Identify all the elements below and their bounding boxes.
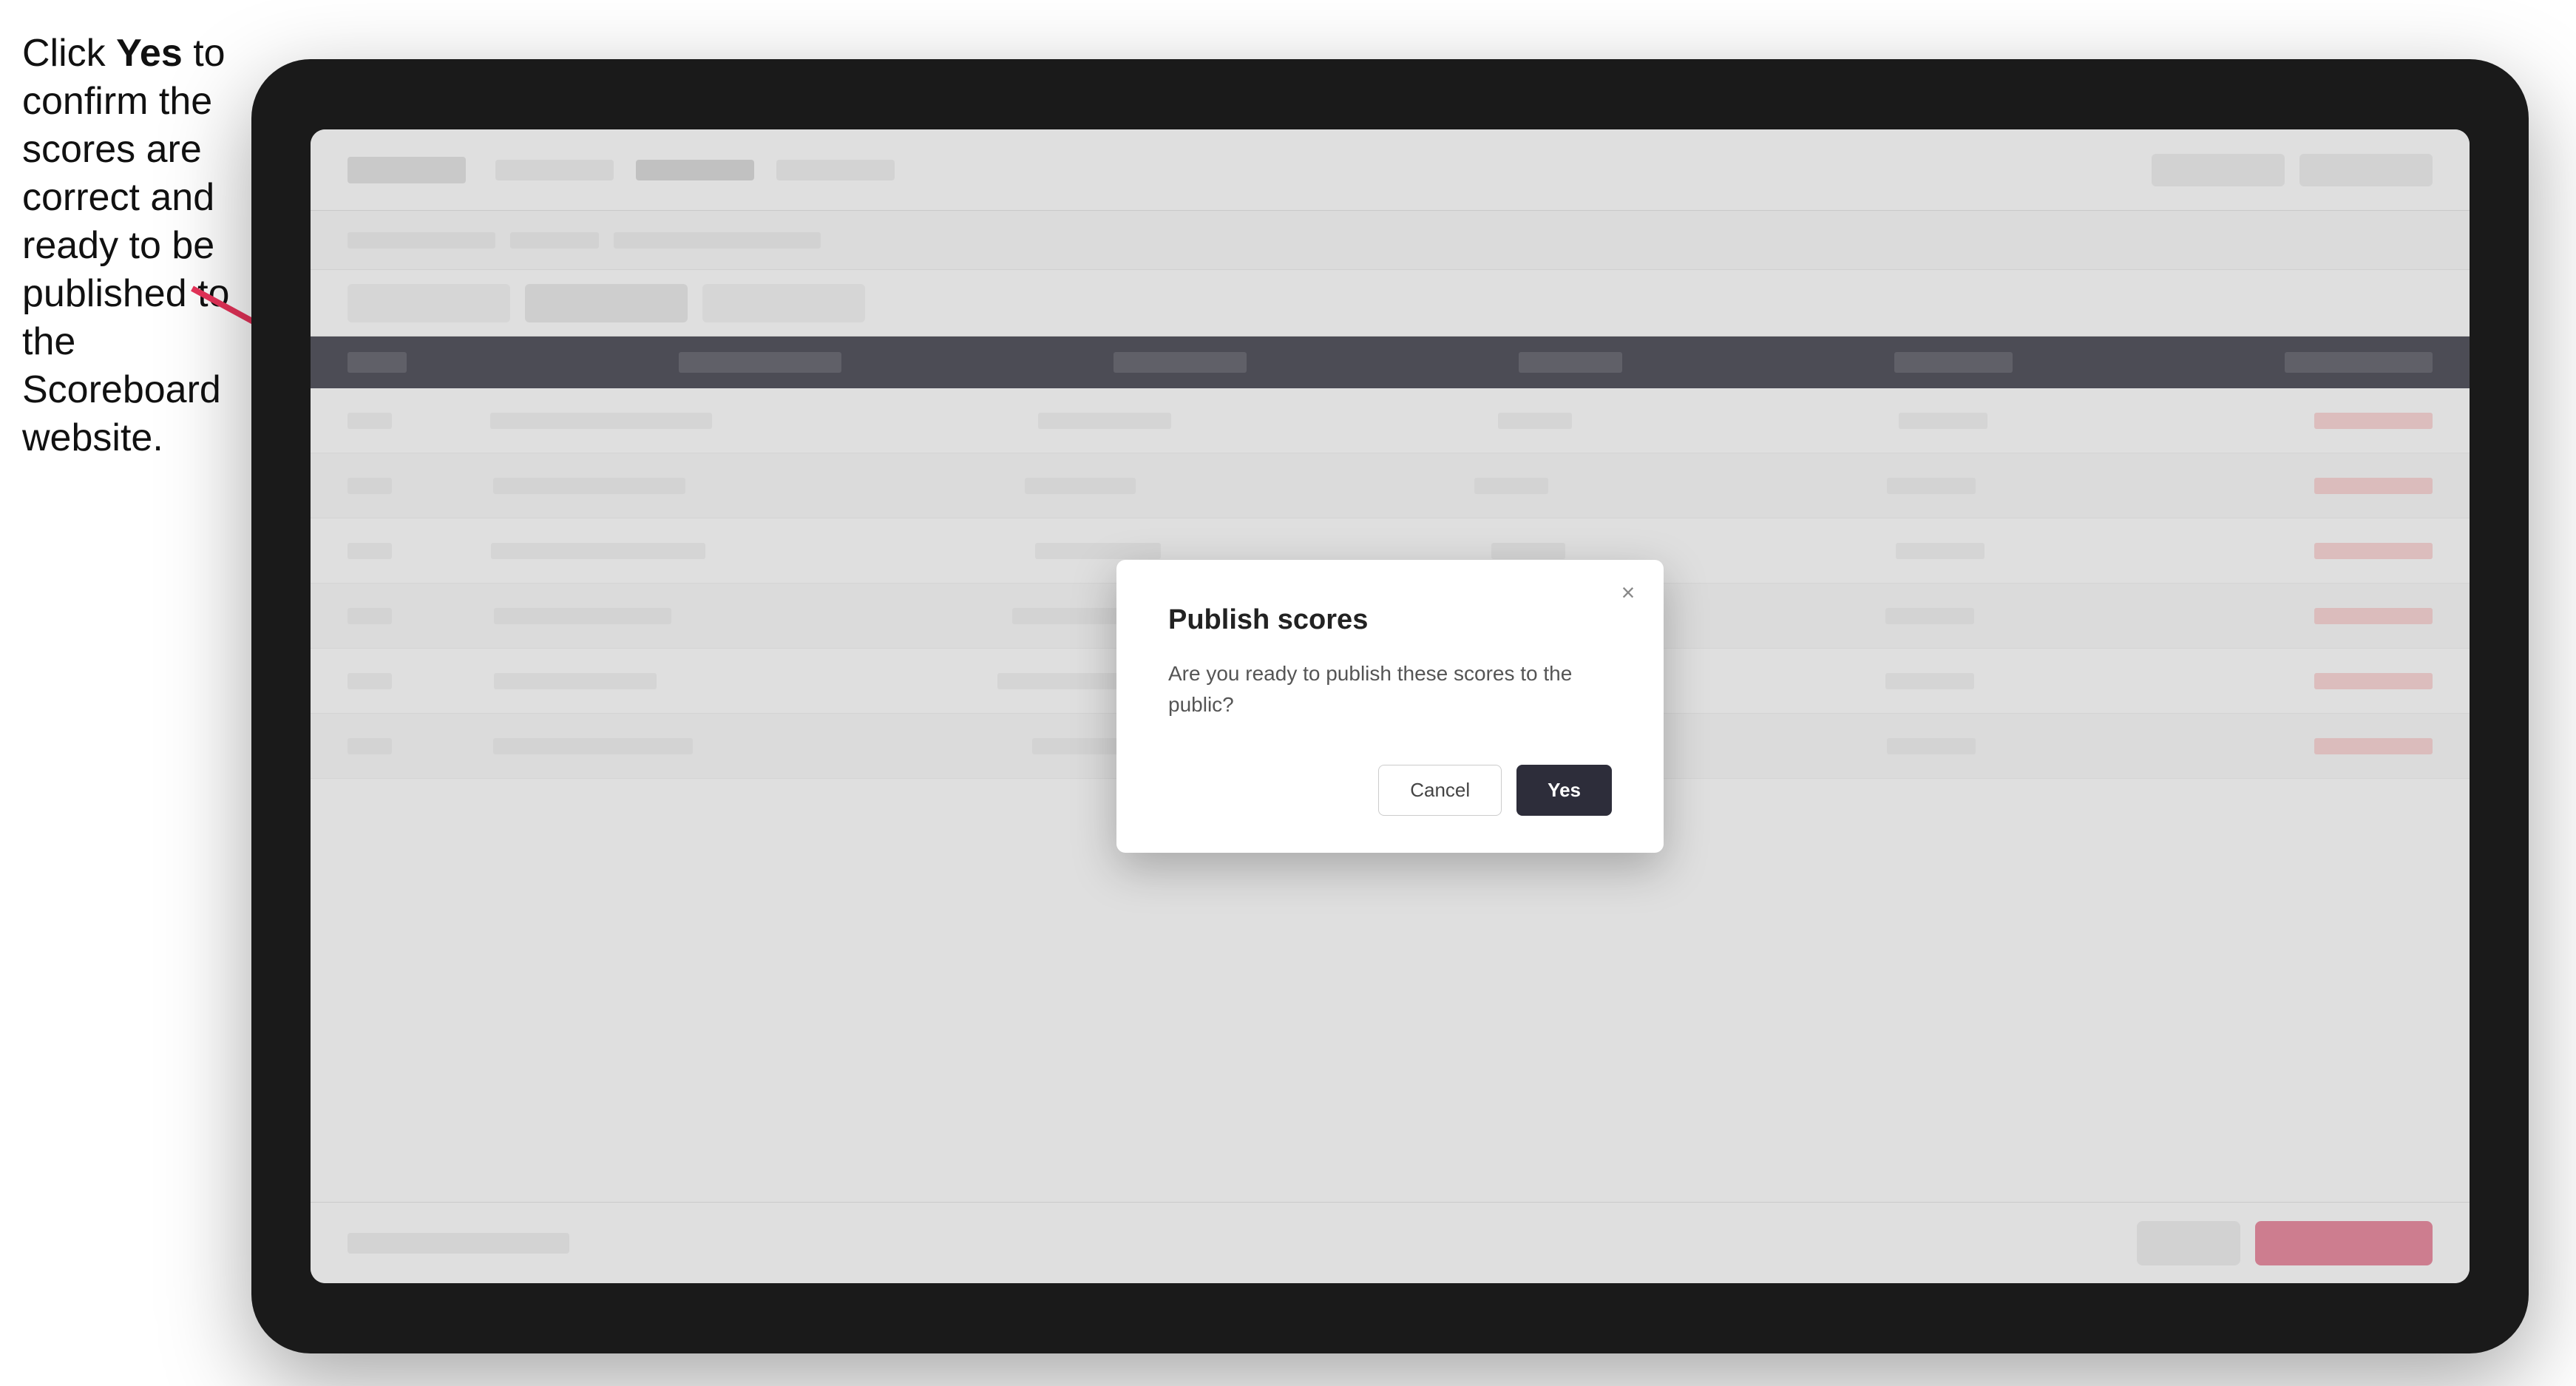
- dialog-title: Publish scores: [1168, 604, 1612, 636]
- dialog-close-button[interactable]: ×: [1613, 578, 1643, 607]
- instruction-suffix: to confirm the scores are correct and re…: [22, 32, 229, 459]
- dialog-actions: Cancel Yes: [1168, 765, 1612, 816]
- dialog-overlay: × Publish scores Are you ready to publis…: [311, 129, 2470, 1283]
- tablet-frame: × Publish scores Are you ready to publis…: [251, 59, 2529, 1353]
- dialog-message: Are you ready to publish these scores to…: [1168, 658, 1612, 720]
- instruction-prefix: Click: [22, 32, 116, 75]
- publish-scores-dialog: × Publish scores Are you ready to publis…: [1116, 560, 1664, 853]
- dialog-yes-button[interactable]: Yes: [1516, 765, 1612, 816]
- tablet-screen: × Publish scores Are you ready to publis…: [311, 129, 2470, 1283]
- instruction-text: Click Yes to confirm the scores are corr…: [22, 30, 237, 462]
- instruction-bold: Yes: [116, 32, 183, 75]
- dialog-cancel-button[interactable]: Cancel: [1378, 765, 1502, 816]
